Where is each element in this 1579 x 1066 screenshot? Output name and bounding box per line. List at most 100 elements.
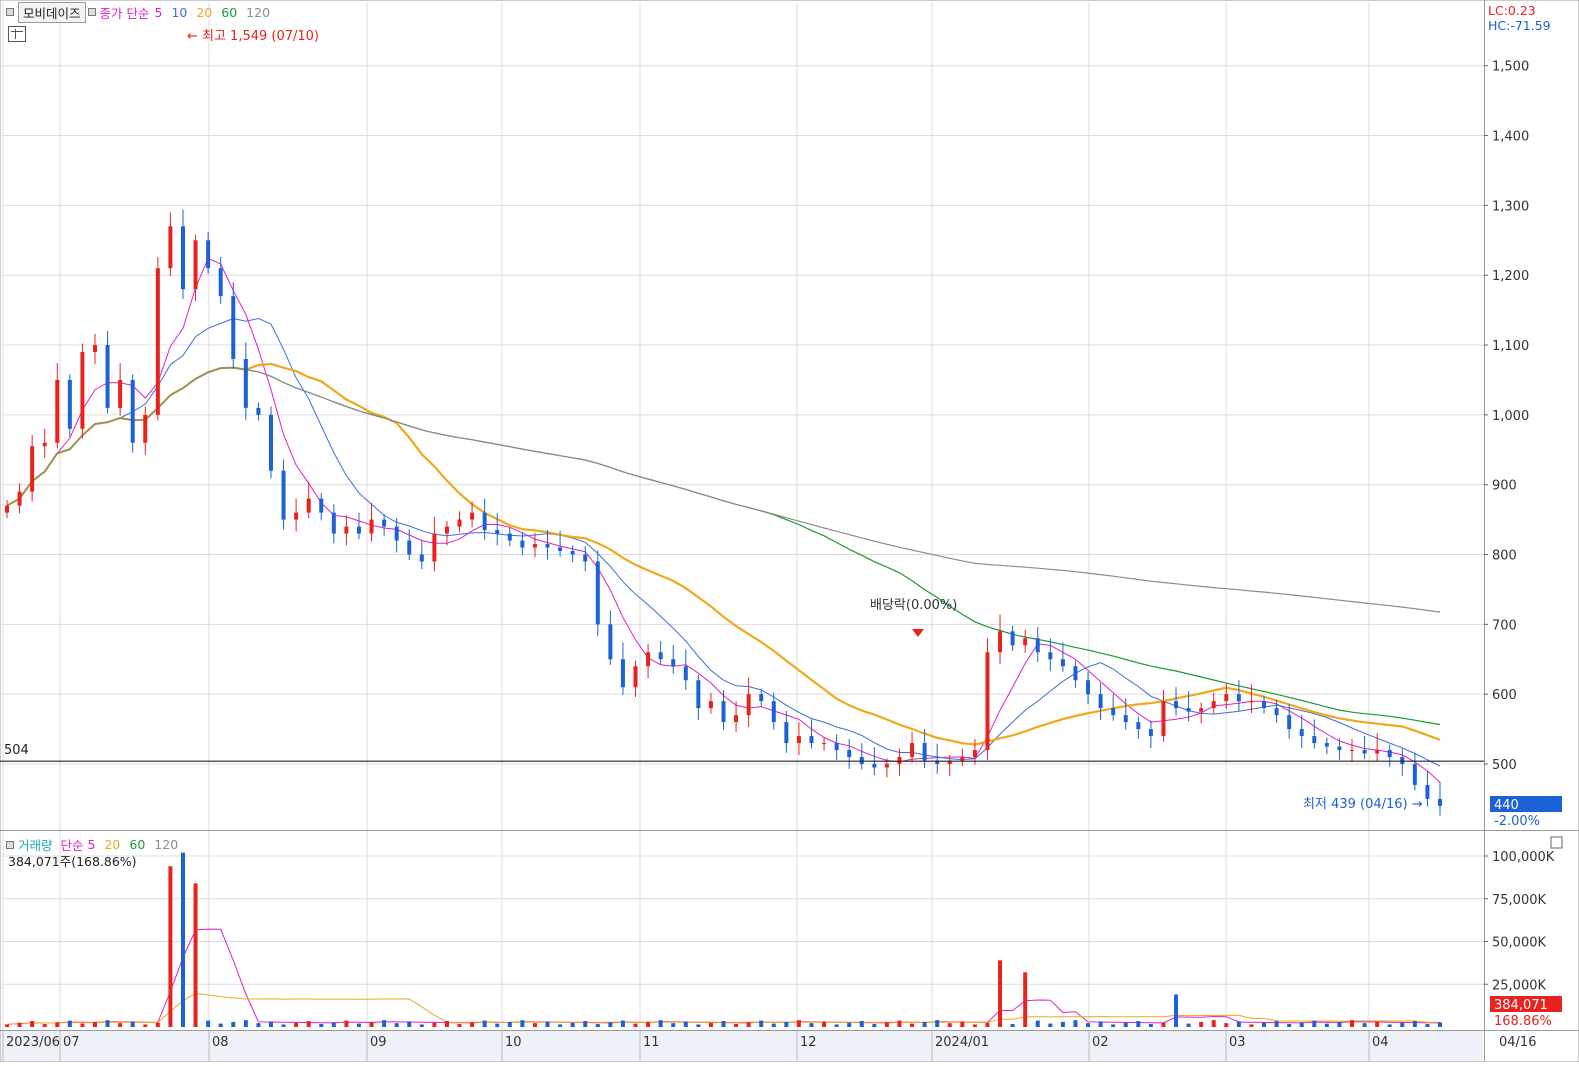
- volume-bar: [1060, 1021, 1065, 1027]
- candle-body: [231, 296, 236, 359]
- volume-bar: [92, 1021, 97, 1027]
- candle-body: [42, 442, 47, 447]
- volume-bar: [218, 1023, 223, 1027]
- stock-chart[interactable]: 500 600 700 800 900 1,000 1,100 1,200 1,300 1,400…: [0, 0, 1579, 1063]
- candle-body: [17, 491, 22, 506]
- candle-body: [532, 544, 537, 548]
- ma120-legend: 120: [246, 4, 271, 20]
- volume-tick-label: 25,000K: [1492, 978, 1546, 993]
- candle-body: [620, 659, 625, 688]
- legend-toggle-icon[interactable]: [6, 840, 14, 849]
- volume-bar: [294, 1022, 299, 1027]
- ma10-legend: 10: [171, 4, 188, 20]
- candle-body: [1262, 701, 1267, 709]
- volume-bar: [268, 1021, 273, 1027]
- candle-body: [369, 519, 374, 534]
- candle-body: [1073, 666, 1078, 681]
- chart-canvas[interactable]: 500 600 700 800 900 1,000 1,100 1,200 1,300 1,400…: [0, 0, 1579, 1063]
- volume-bar: [306, 1021, 311, 1027]
- volume-bar: [243, 1020, 248, 1027]
- date-label: 2024/01: [935, 1035, 989, 1050]
- candle-body: [1023, 638, 1028, 646]
- table-icon[interactable]: [8, 26, 26, 42]
- candle-body: [407, 540, 412, 555]
- date-label: 07: [63, 1035, 80, 1050]
- volume-bar: [1148, 1024, 1153, 1027]
- candle-body: [394, 526, 399, 541]
- volume-bar: [319, 1024, 324, 1027]
- vol-ma60-legend: 60: [129, 837, 146, 852]
- candle-body: [281, 470, 286, 520]
- volume-bar: [143, 1024, 148, 1027]
- volume-bar: [1048, 1023, 1053, 1027]
- candle-body: [771, 701, 776, 723]
- candle-body: [155, 268, 160, 415]
- candle-body: [268, 414, 273, 471]
- legend-toggle-icon[interactable]: [87, 8, 96, 16]
- volume-tick-label: 75,000K: [1492, 893, 1546, 908]
- candle-body: [55, 379, 60, 443]
- volume-bar: [1123, 1022, 1128, 1027]
- candle-body: [206, 240, 211, 269]
- volume-bar: [444, 1021, 449, 1027]
- price-tick-label: 1,100: [1492, 339, 1529, 354]
- volume-tick-label: 50,000K: [1492, 936, 1546, 951]
- lc-value: LC:0.23: [1488, 3, 1536, 18]
- volume-bar: [206, 1020, 211, 1027]
- candle-body: [1249, 701, 1254, 703]
- lc-hc-stats: LC:0.23 HC:-71.59: [1488, 3, 1551, 33]
- candle-body: [80, 352, 85, 429]
- candle-body: [1010, 631, 1015, 646]
- candle-body: [1148, 729, 1153, 737]
- volume-bar: [407, 1021, 412, 1027]
- volume-bar: [1375, 1021, 1380, 1027]
- candle-body: [331, 512, 336, 534]
- volume-bar: [118, 1023, 123, 1027]
- volume-bar: [17, 1022, 22, 1027]
- candle-body: [910, 743, 915, 758]
- candle-body: [1211, 701, 1216, 709]
- volume-bar: [1287, 1024, 1292, 1027]
- volume-bar: [168, 866, 173, 1027]
- candle-body: [1324, 743, 1329, 747]
- vol-ma120-legend: 120: [154, 837, 179, 852]
- candle-body: [243, 358, 248, 408]
- price-tick-label: 1,500: [1492, 60, 1529, 75]
- candle-body: [834, 743, 839, 751]
- volume-bar: [985, 1022, 990, 1027]
- volume-bar: [646, 1021, 651, 1027]
- current-volume-ratio: 168.86%: [1494, 1014, 1552, 1029]
- candle-body: [734, 715, 739, 723]
- volume-bar: [356, 1023, 361, 1027]
- volume-bar: [696, 1024, 701, 1027]
- price-tick-label: 1,200: [1492, 269, 1529, 284]
- volume-bar: [470, 1022, 475, 1027]
- volume-bar: [1199, 1021, 1204, 1027]
- volume-bar: [1136, 1021, 1141, 1027]
- volume-bar: [105, 1020, 110, 1027]
- candle-body: [608, 624, 613, 660]
- candle-body: [1161, 701, 1166, 737]
- candle-body: [444, 526, 449, 534]
- volume-bar: [935, 1020, 940, 1027]
- low-annotation: 최저 439 (04/16) →: [1303, 797, 1423, 812]
- price-tick-label: 1,000: [1492, 409, 1529, 424]
- volume-bar: [796, 1020, 801, 1027]
- candle-body: [382, 519, 387, 527]
- candle-body: [319, 498, 324, 513]
- legend-toggle-icon[interactable]: [6, 8, 14, 16]
- candle-body: [1362, 750, 1367, 754]
- candle-body: [847, 750, 852, 758]
- candle-body: [470, 512, 475, 520]
- candle-body: [1337, 746, 1342, 751]
- candle-body: [822, 743, 827, 745]
- stock-name[interactable]: 모비데이즈: [18, 1, 86, 23]
- volume-bar: [834, 1024, 839, 1027]
- volume-bar: [1337, 1021, 1342, 1027]
- candle-body: [558, 547, 563, 552]
- candle-body: [306, 498, 311, 513]
- price-tick-label: 800: [1492, 549, 1517, 564]
- date-label: 04: [1372, 1035, 1389, 1050]
- volume-bar: [608, 1022, 613, 1027]
- volume-bar: [532, 1023, 537, 1027]
